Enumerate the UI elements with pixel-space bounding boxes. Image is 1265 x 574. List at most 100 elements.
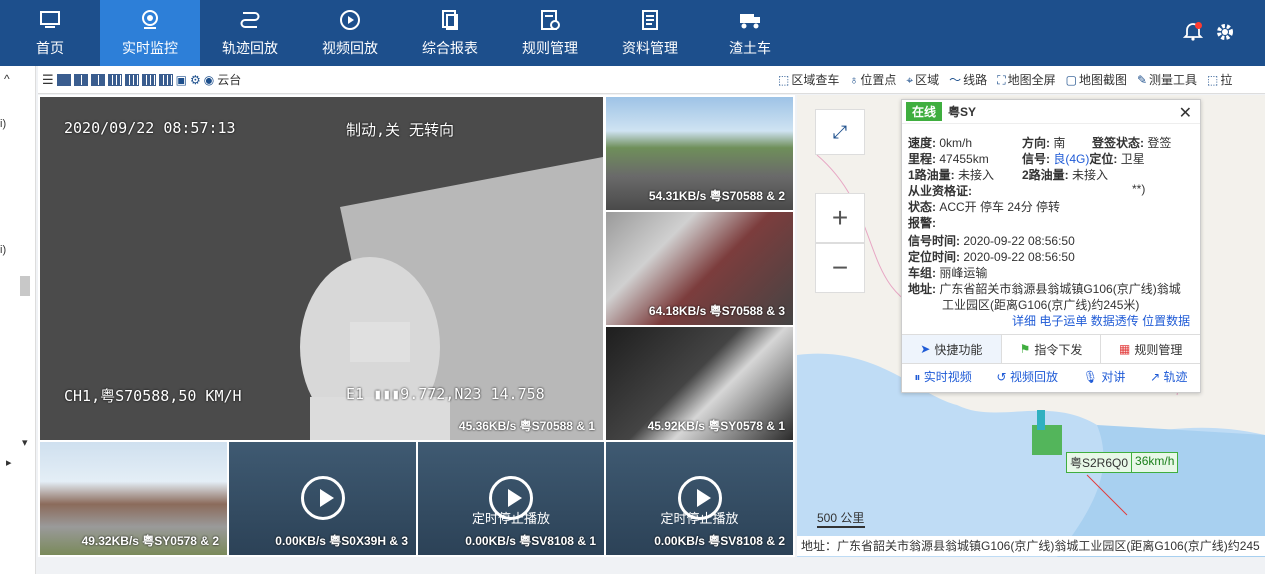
video-b2[interactable]: 0.00KB/s 粤S0X39H & 3 — [229, 442, 416, 555]
nav-muck-truck[interactable]: 渣土车 — [700, 0, 800, 66]
link-position-data[interactable]: 位置数据 — [1142, 314, 1190, 328]
camera-icon[interactable]: ▣ — [176, 73, 187, 87]
online-badge: 在线 — [906, 102, 943, 121]
video-r3[interactable]: 45.92KB/s 粤SY0578 & 1 — [606, 327, 793, 440]
label: 信号时间: — [908, 234, 960, 248]
line-tool[interactable]: 〜线路 — [949, 71, 987, 88]
nav-track-playback[interactable]: 轨迹回放 — [200, 0, 300, 66]
tab-label: 规则管理 — [1134, 342, 1183, 357]
map-fullscreen-icon[interactable]: ⤢ — [815, 109, 865, 155]
video-b1[interactable]: 49.32KB/s 粤SY0578 & 2 — [40, 442, 227, 555]
tab-command[interactable]: ⚑ 指令下发 — [1002, 335, 1102, 363]
action-video-playback[interactable]: ↺ 视频回放 — [997, 368, 1058, 385]
close-icon[interactable]: ✕ — [1179, 103, 1192, 123]
action-live-video[interactable]: ⏸ 实时视频 — [914, 368, 971, 385]
video-b4[interactable]: 定时停止播放 0.00KB/s 粤SV8108 & 2 — [606, 442, 793, 555]
layout-4-icon[interactable] — [73, 73, 88, 86]
gear-icon[interactable] — [1215, 22, 1235, 42]
nav-realtime-monitor[interactable]: 实时监控 — [100, 0, 200, 66]
tab-rules[interactable]: ▦ 规则管理 — [1101, 335, 1200, 363]
tree-text-fragment: i) — [0, 118, 7, 130]
map-tools: ⬚ 区域查车 ♁ 位置点 ⌖ 区域 〜线路 ⛶ 地图全屏 ▢ 地图截图 ✎ 测量工具 ⬚ 拉 — [778, 71, 1232, 88]
area-tool[interactable]: ⌖ 区域 — [906, 71, 939, 88]
layout-16-icon[interactable] — [141, 73, 156, 86]
layout-6-icon[interactable] — [90, 73, 105, 86]
label: 定位时间: — [908, 250, 960, 264]
fullscreen-icon: ⛶ — [997, 73, 1006, 87]
label: 状态: — [908, 200, 936, 214]
link-detail[interactable]: 详细 — [1012, 314, 1036, 328]
nav-home[interactable]: 首页 — [0, 0, 100, 66]
ptz-label[interactable]: 云台 — [217, 71, 241, 88]
layout-9-icon[interactable] — [124, 73, 139, 86]
position-point-tool[interactable]: ♁ 位置点 — [849, 71, 896, 88]
value: 未接入 — [1072, 168, 1109, 182]
action-label: 对讲 — [1101, 370, 1126, 384]
document-icon — [638, 8, 662, 32]
label: 从业资格证: — [908, 184, 972, 198]
video-main[interactable]: 2020/09/22 08:57:13 制动,关 无转向 CH1,粤S70588… — [40, 97, 603, 440]
pull-tool[interactable]: ⬚ 拉 — [1207, 71, 1232, 88]
layout-25-icon[interactable] — [158, 73, 173, 86]
send-icon: ➤ — [920, 342, 931, 356]
route-icon — [238, 8, 262, 32]
zoom-out-button[interactable]: − — [815, 243, 865, 293]
play-circle-icon — [338, 8, 362, 32]
settings-icon[interactable]: ⚙ — [190, 73, 201, 87]
link-waybill[interactable]: 电子运单 — [1039, 314, 1087, 328]
polyline-icon: 〜 — [949, 73, 962, 87]
ptz-icon[interactable]: ◉ — [204, 73, 214, 87]
collapse-up-icon[interactable]: ^ — [4, 72, 10, 86]
zoom-in-button[interactable]: + — [815, 193, 865, 243]
video-r2[interactable]: 64.18KB/s 粤S70588 & 3 — [606, 212, 793, 325]
scroll-right-icon[interactable]: ▸ — [6, 456, 12, 469]
left-tree-panel: ^ i) i) ▾ ▸ — [0, 66, 36, 574]
row-cert: 从业资格证: **) — [908, 182, 1145, 199]
tab-quick-functions[interactable]: ➤ 快捷功能 — [902, 335, 1002, 363]
play-icon[interactable] — [300, 476, 345, 520]
nav-data-management[interactable]: 资料管理 — [600, 0, 700, 66]
tool-label: 区域 — [915, 73, 940, 87]
video-grid: 2020/09/22 08:57:13 制动,关 无转向 CH1,粤S70588… — [38, 95, 795, 557]
value: **) — [1132, 182, 1146, 196]
area-search-icon: ⬚ — [778, 73, 790, 87]
label: 定位: — [1089, 152, 1118, 166]
layout-8-icon[interactable] — [107, 73, 122, 86]
rules-icon: ▦ — [1119, 342, 1131, 356]
scroll-down-icon[interactable]: ▾ — [22, 436, 28, 449]
action-intercom[interactable]: 🎙 对讲 — [1083, 368, 1126, 385]
video-r1[interactable]: 54.31KB/s 粤S70588 & 2 — [606, 97, 793, 210]
row-state: 状态: ACC开 停车 24分 停转 — [908, 198, 1060, 215]
bell-icon[interactable] — [1182, 22, 1204, 42]
action-track[interactable]: ↗ 轨迹 — [1150, 368, 1187, 385]
row-address-2: 工业园区(距离G106(京广线)约245米) — [942, 298, 1140, 312]
popup-tabs: ➤ 快捷功能 ⚑ 指令下发 ▦ 规则管理 — [902, 334, 1200, 364]
map-fullscreen-tool[interactable]: ⛶ 地图全屏 — [997, 71, 1055, 88]
measure-tool[interactable]: ✎ 测量工具 — [1137, 71, 1197, 88]
label: 报警: — [908, 216, 936, 230]
video-overlay-coords: E1 ▮▮▮9.772,N23 14.758 — [346, 385, 545, 403]
list-toggle-icon[interactable]: ☰ — [42, 72, 54, 88]
vehicle-map-label[interactable]: 粤S2R6Q0 36km/h — [1066, 452, 1179, 473]
video-b3[interactable]: 定时停止播放 0.00KB/s 粤SV8108 & 1 — [418, 442, 604, 555]
nav-rules[interactable]: 规则管理 — [500, 0, 600, 66]
area-search-tool[interactable]: ⬚ 区域查车 — [778, 71, 839, 88]
flag-icon: ⚑ — [1019, 342, 1031, 356]
tool-label: 线路 — [963, 73, 988, 87]
video-overlay-speed: CH1,粤S70588,50 KM/H — [64, 387, 242, 405]
map-screenshot-tool[interactable]: ▢ 地图截图 — [1066, 71, 1127, 88]
layout-1-icon[interactable] — [56, 73, 71, 86]
scrollbar-thumb[interactable] — [20, 276, 30, 296]
nav-video-playback[interactable]: 视频回放 — [300, 0, 400, 66]
nav-reports[interactable]: 综合报表 — [400, 0, 500, 66]
tree-text-fragment: i) — [0, 244, 7, 256]
video-label: 45.92KB/s 粤SY0578 & 1 — [647, 419, 785, 433]
vehicle-plate: 粤S2R6Q0 — [1070, 456, 1129, 470]
row-alarm: 报警: — [908, 214, 936, 231]
tool-label: 区域查车 — [791, 73, 840, 87]
link-passthrough[interactable]: 数据透传 — [1091, 314, 1139, 328]
row-address: 地址: 广东省韶关市翁源县翁城镇G106(京广线)翁城 — [908, 280, 1181, 297]
nav-label: 资料管理 — [622, 40, 678, 56]
top-right-tools — [1182, 22, 1235, 42]
label: 2路油量: — [1022, 168, 1069, 182]
